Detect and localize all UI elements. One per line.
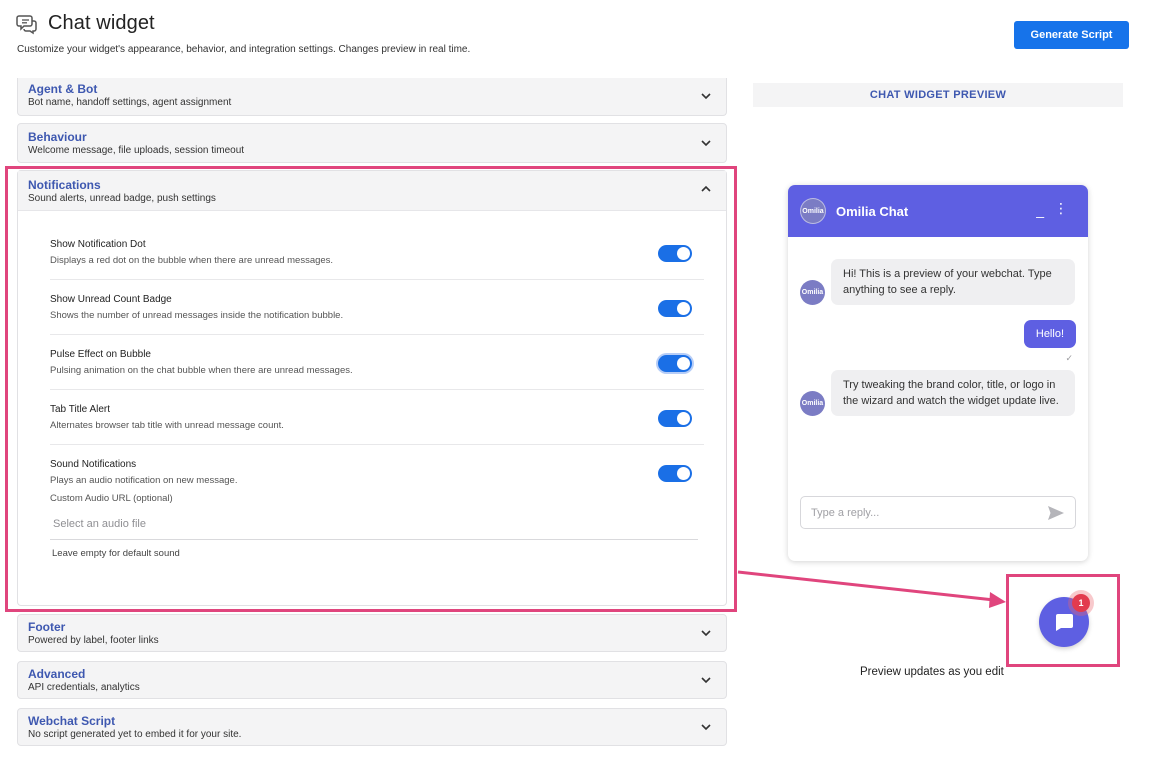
read-receipt-icon: ✓ — [1065, 353, 1073, 363]
highlight-frame-launcher — [1006, 574, 1120, 667]
section-behaviour[interactable]: Behaviour Welcome message, file uploads,… — [17, 123, 727, 163]
chat-header: Omilia Omilia Chat _ ⋮ — [788, 185, 1088, 237]
bot-avatar: Omilia — [800, 391, 825, 416]
section-title: Agent & Bot — [28, 82, 98, 96]
chevron-down-icon[interactable] — [699, 673, 713, 687]
page-header: Chat widget Customize your widget's appe… — [16, 12, 470, 55]
section-description: API credentials, analytics — [28, 682, 140, 693]
user-message: Hello! — [1023, 320, 1076, 348]
generate-script-button[interactable]: Generate Script — [1014, 21, 1129, 49]
chevron-down-icon[interactable] — [699, 136, 713, 150]
section-description: No script generated yet to embed it for … — [28, 729, 242, 740]
title-row: Chat widget — [16, 12, 470, 35]
section-header[interactable]: Footer Powered by label, footer links — [18, 615, 726, 653]
bot-message: Try tweaking the brand color, title, or … — [831, 370, 1075, 416]
chat-window-preview: Omilia Omilia Chat _ ⋮ Omilia Hi! This i… — [788, 185, 1088, 561]
bot-avatar: Omilia — [800, 280, 825, 305]
section-description: Bot name, handoff settings, agent assign… — [28, 97, 232, 108]
more-menu-icon[interactable]: ⋮ — [1054, 201, 1068, 215]
section-agent-bot[interactable]: Agent & Bot Bot name, handoff settings, … — [17, 78, 727, 116]
section-webchat-script[interactable]: Webchat Script No script generated yet t… — [17, 708, 727, 746]
bot-message-row: Omilia Hi! This is a preview of your web… — [800, 259, 1075, 305]
preview-note: Preview updates as you edit — [860, 666, 1004, 678]
section-description: Welcome message, file uploads, session t… — [28, 145, 245, 156]
section-title: Advanced — [28, 667, 86, 681]
chevron-down-icon[interactable] — [699, 89, 713, 103]
chat-title: Omilia Chat — [836, 203, 909, 219]
section-title: Footer — [28, 620, 66, 634]
minimize-icon[interactable]: _ — [1036, 203, 1044, 217]
chat-bubbles-icon — [16, 14, 37, 34]
section-header[interactable]: Advanced API credentials, analytics — [18, 662, 726, 700]
chevron-down-icon[interactable] — [699, 720, 713, 734]
section-header[interactable]: Behaviour Welcome message, file uploads,… — [18, 124, 726, 164]
section-advanced[interactable]: Advanced API credentials, analytics — [17, 661, 727, 699]
section-title: Webchat Script — [28, 714, 116, 728]
section-footer[interactable]: Footer Powered by label, footer links — [17, 614, 727, 652]
chat-reply-box — [800, 496, 1076, 529]
section-title: Behaviour — [28, 130, 87, 144]
chevron-down-icon[interactable] — [699, 626, 713, 640]
preview-header: CHAT WIDGET PREVIEW — [753, 83, 1123, 107]
chat-reply-input[interactable] — [801, 497, 1031, 528]
page-title: Chat widget — [48, 12, 155, 34]
section-header[interactable]: Agent & Bot Bot name, handoff settings, … — [18, 78, 726, 116]
send-icon[interactable] — [1047, 505, 1065, 521]
highlight-frame-notifications — [5, 166, 737, 612]
bot-message-row: Omilia Try tweaking the brand color, tit… — [800, 370, 1075, 416]
page-subtitle: Customize your widget's appearance, beha… — [17, 44, 471, 55]
chat-logo: Omilia — [800, 198, 826, 224]
section-header[interactable]: Webchat Script No script generated yet t… — [18, 709, 726, 747]
section-description: Powered by label, footer links — [28, 635, 159, 646]
bot-message: Hi! This is a preview of your webchat. T… — [831, 259, 1075, 305]
